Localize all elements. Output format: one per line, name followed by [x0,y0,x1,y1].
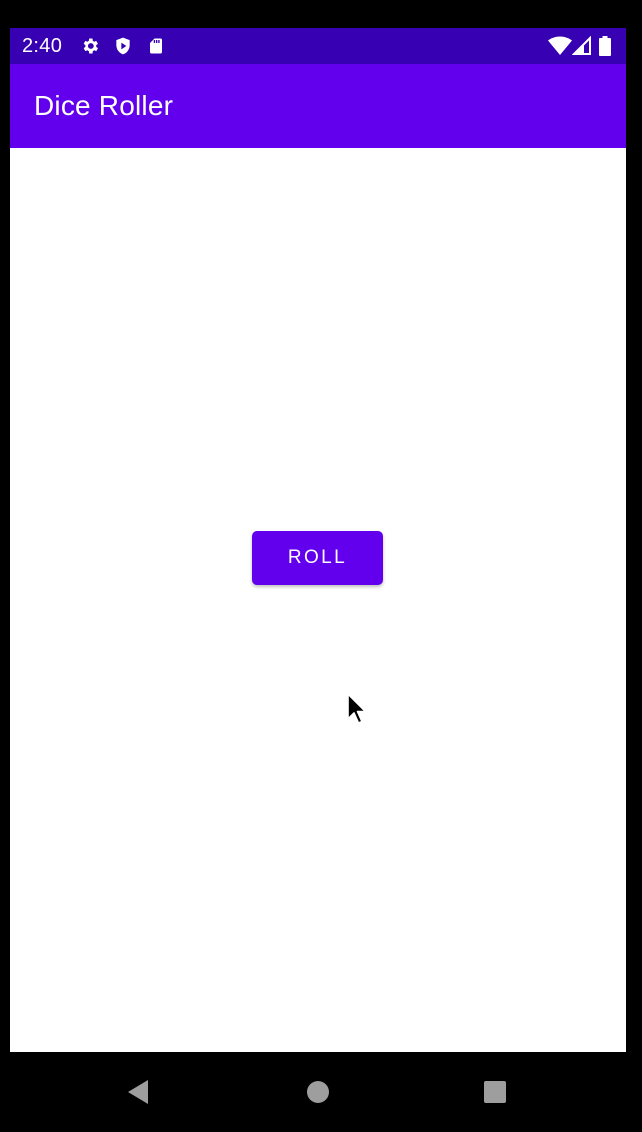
mouse-pointer-icon [346,692,368,726]
shield-play-icon [113,36,133,56]
recents-icon[interactable] [477,1074,513,1110]
app-title: Dice Roller [34,90,174,121]
app-bar: Dice Roller [10,64,626,148]
battery-icon [598,36,612,56]
device-screen: 2:40 Dice Roller ROLL [0,0,642,1132]
gear-icon [80,36,100,56]
sd-card-icon [146,36,166,56]
home-icon[interactable] [300,1074,336,1110]
status-bar: 2:40 [10,28,626,64]
cell-signal-icon [572,36,592,56]
navigation-bar [0,1052,642,1132]
main-content: ROLL [10,148,626,1052]
roll-button[interactable]: ROLL [252,531,383,585]
status-time: 2:40 [22,35,63,57]
back-icon[interactable] [120,1074,156,1110]
wifi-icon [548,36,572,56]
